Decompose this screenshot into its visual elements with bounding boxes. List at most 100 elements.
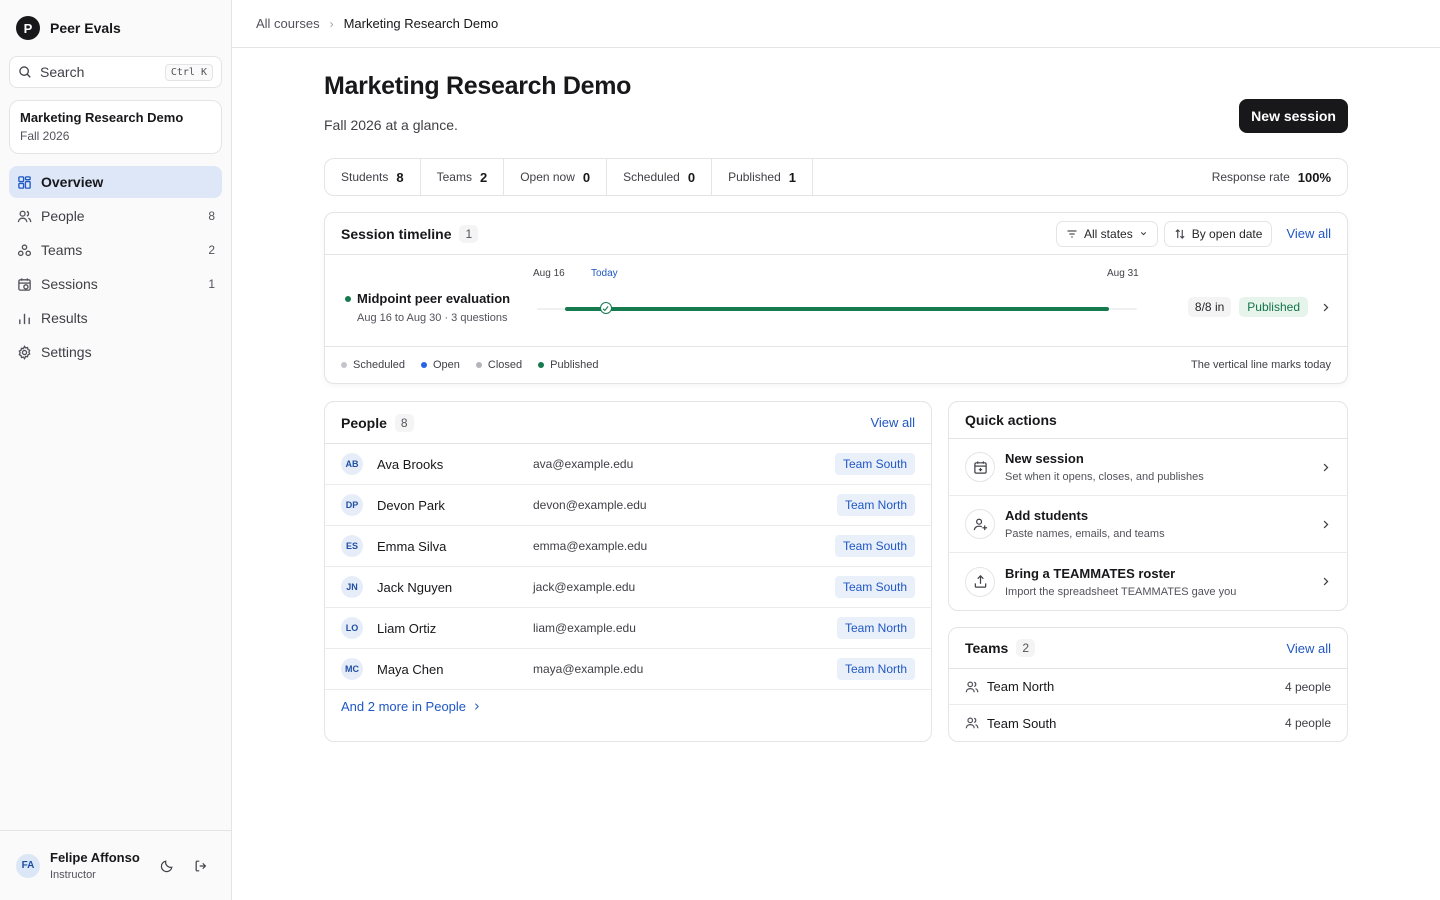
team-badge[interactable]: Team North — [836, 494, 915, 516]
sidebar-item-people[interactable]: People 8 — [9, 200, 222, 232]
person-email: jack@example.edu — [533, 580, 636, 594]
sidebar-item-count: 8 — [208, 209, 215, 223]
new-session-button[interactable]: New session — [1239, 99, 1348, 133]
users-icon — [965, 680, 979, 692]
sort-icon — [1175, 228, 1185, 239]
table-row[interactable]: DP Devon Park devon@example.edu Team Nor… — [325, 485, 931, 526]
timeline-view-all-link[interactable]: View all — [1286, 226, 1331, 241]
quick-action-text: New session Set when it opens, closes, a… — [1005, 451, 1320, 483]
quick-action-desc: Paste names, emails, and teams — [1005, 528, 1165, 540]
user-meta: Felipe Affonso Instructor — [50, 850, 147, 881]
people-count: 8 — [394, 413, 414, 432]
person-name: Devon Park — [377, 497, 445, 513]
stat-value: 8 — [396, 169, 404, 185]
moon-icon — [160, 859, 173, 872]
sort-label: By open date — [1191, 226, 1263, 241]
chevron-right-icon — [1323, 520, 1329, 528]
quick-action-new-session[interactable]: New session Set when it opens, closes, a… — [949, 439, 1347, 496]
chevron-right-icon — [475, 702, 479, 710]
quick-action-import-roster[interactable]: Bring a TEAMMATES roster Import the spre… — [949, 553, 1347, 610]
team-badge[interactable]: Team South — [834, 535, 915, 557]
sidebar-item-sessions[interactable]: Sessions 1 — [9, 268, 222, 300]
session-summary: 8/8 in Published — [1187, 297, 1331, 317]
stat-response-rate: Response rate 100% — [1196, 159, 1347, 195]
quick-action-add-students[interactable]: Add students Paste names, emails, and te… — [949, 496, 1347, 553]
timeline-start-date: Aug 16 — [533, 268, 565, 279]
stat-value: 0 — [582, 169, 591, 185]
legend-scheduled: Scheduled — [341, 359, 405, 371]
course-switcher[interactable]: Marketing Research Demo Fall 2026 — [9, 100, 222, 154]
teams-header: Teams 2 View all — [949, 628, 1347, 669]
table-row[interactable]: AB Ava Brooks ava@example.edu Team South — [325, 444, 931, 485]
breadcrumb-all-courses[interactable]: All courses — [256, 16, 320, 31]
user-plus-icon — [965, 509, 995, 539]
table-row[interactable]: ES Emma Silva emma@example.edu Team Sout… — [325, 526, 931, 567]
stat-scheduled: Scheduled 0 — [607, 159, 713, 195]
team-badge[interactable]: Team South — [834, 576, 915, 598]
sort-button[interactable]: By open date — [1163, 220, 1273, 247]
teams-card: Teams 2 View all Team North 4 people Tea… — [948, 627, 1348, 742]
stat-value: 2 — [479, 169, 488, 185]
course-term: Fall 2026 — [20, 129, 70, 143]
more-people-link[interactable]: And 2 more in People — [341, 699, 466, 714]
sidebar-item-settings[interactable]: Settings — [9, 336, 222, 368]
teams-view-all-link[interactable]: View all — [1286, 641, 1331, 656]
list-item[interactable]: Team South 4 people — [949, 705, 1347, 741]
app-name: Peer Evals — [50, 20, 121, 36]
quick-actions-card: Quick actions New session Set when it op… — [948, 401, 1348, 611]
search-input[interactable]: Search Ctrl K — [9, 56, 222, 88]
sidebar-item-results[interactable]: Results — [9, 302, 222, 334]
team-name: Team South — [987, 715, 1057, 731]
sidebar-item-teams[interactable]: Teams 2 — [9, 234, 222, 266]
legend-label: Scheduled — [353, 359, 405, 371]
status-dot — [345, 295, 351, 302]
theme-toggle-button[interactable] — [153, 852, 181, 880]
person-name: Ava Brooks — [377, 456, 444, 472]
legend-label: Open — [433, 359, 460, 371]
table-row[interactable]: JN Jack Nguyen jack@example.edu Team Sou… — [325, 567, 931, 608]
people-view-all-link[interactable]: View all — [870, 415, 915, 430]
quick-action-desc: Set when it opens, closes, and publishes — [1005, 471, 1204, 483]
stat-teams: Teams 2 — [421, 159, 505, 195]
teams-count: 2 — [1016, 639, 1036, 657]
sign-out-button[interactable] — [187, 852, 215, 880]
sidebar-item-overview[interactable]: Overview — [9, 166, 222, 198]
chevron-right-icon[interactable] — [1320, 302, 1331, 313]
search-icon — [19, 66, 31, 78]
sidebar-nav: Overview People 8 Teams 2 Sessions 1 Res… — [0, 166, 231, 368]
avatar: ES — [341, 535, 363, 557]
search-placeholder: Search — [40, 64, 85, 80]
sidebar-item-label: Sessions — [41, 276, 98, 292]
team-badge[interactable]: Team North — [836, 617, 915, 639]
team-member-count: 4 people — [1284, 679, 1331, 694]
stat-label: Response rate — [1211, 170, 1290, 184]
brand[interactable]: P Peer Evals — [0, 0, 231, 56]
quick-actions-header: Quick actions — [949, 402, 1347, 439]
session-name-row: Midpoint peer evaluation — [345, 291, 510, 306]
legend-label: Closed — [487, 359, 523, 371]
list-item[interactable]: Team North 4 people — [949, 669, 1347, 705]
table-row[interactable]: LO Liam Ortiz liam@example.edu Team Nort… — [325, 608, 931, 649]
table-row[interactable]: MC Maya Chen maya@example.edu Team North — [325, 649, 931, 690]
timeline-end-date: Aug 31 — [1107, 268, 1139, 279]
search-shortcut: Ctrl K — [164, 63, 213, 81]
team-badge[interactable]: Team North — [836, 658, 915, 680]
legend-closed: Closed — [475, 359, 523, 371]
avatar[interactable]: FA — [16, 853, 40, 878]
legend-dot — [341, 362, 347, 368]
person-email: maya@example.edu — [533, 662, 644, 676]
quick-action-title: Bring a TEAMMATES roster — [1005, 565, 1176, 581]
quick-action-text: Add students Paste names, emails, and te… — [1005, 508, 1320, 540]
people-card: People 8 View all AB Ava Brooks ava@exam… — [324, 401, 932, 742]
timeline-header: Session timeline 1 All states By open da… — [325, 213, 1347, 255]
session-bar[interactable] — [565, 307, 1109, 311]
check-icon — [602, 305, 609, 311]
timeline-session[interactable]: Midpoint peer evaluation Aug 16 to Aug 3… — [345, 291, 510, 324]
gear-icon — [16, 344, 32, 360]
stat-students: Students 8 — [325, 159, 421, 195]
team-badge[interactable]: Team South — [834, 453, 915, 475]
legend-dot — [421, 362, 427, 368]
stat-value: 100% — [1297, 169, 1331, 185]
state-filter-button[interactable]: All states — [1056, 220, 1158, 247]
legend-published: Published — [538, 359, 599, 371]
